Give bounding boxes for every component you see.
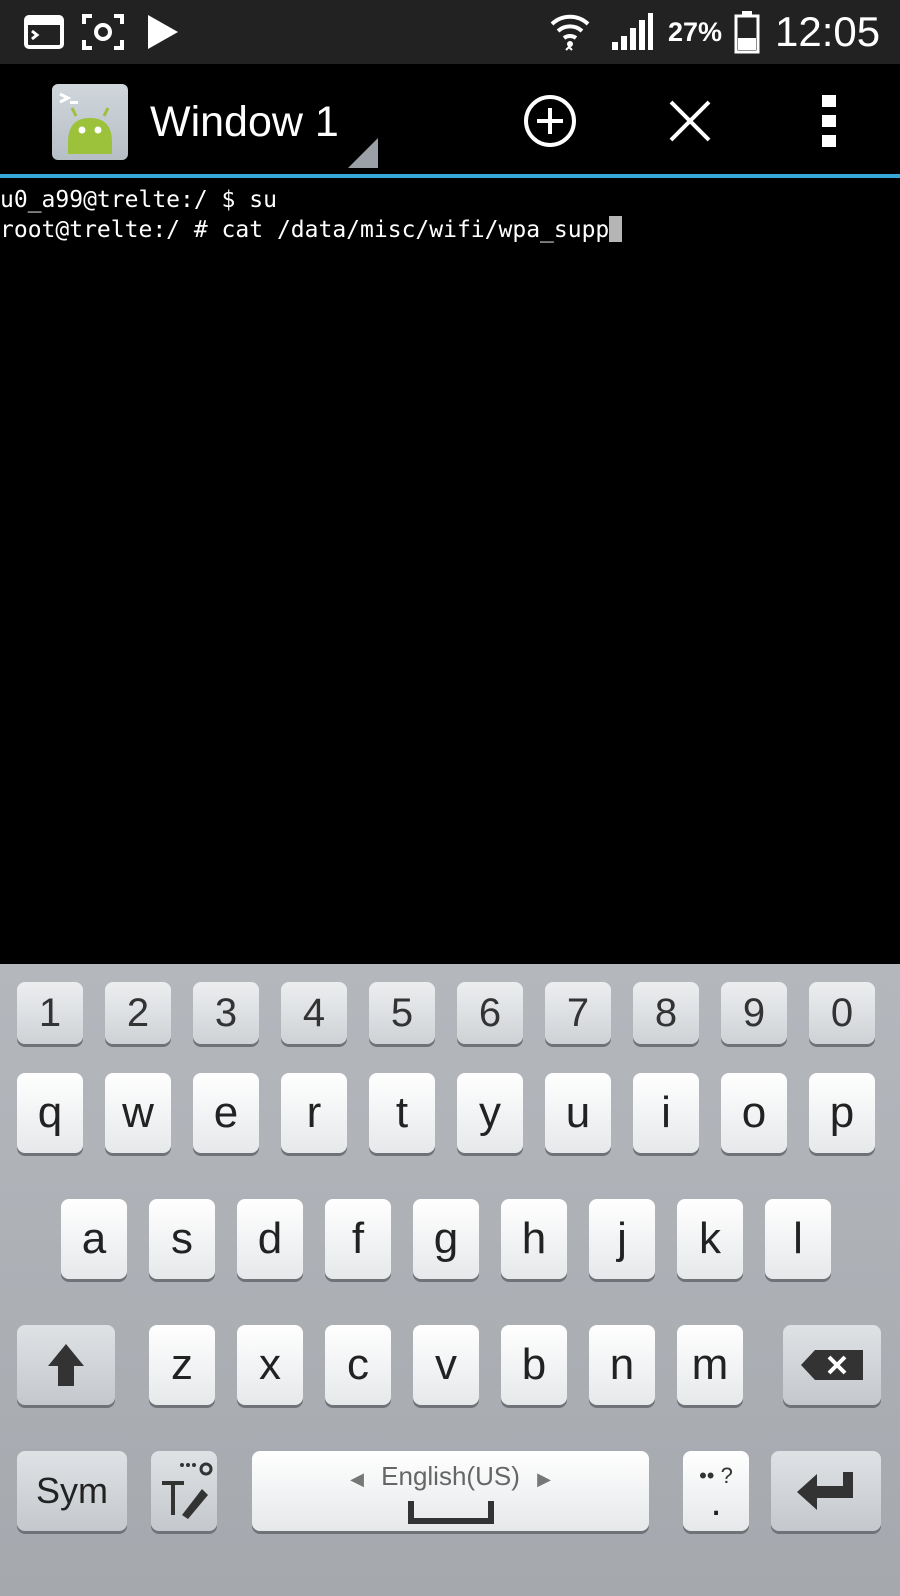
soft-keyboard: 1 2 3 4 5 6 7 8 9 0 q w e r t y u i o p … [0,964,900,1596]
battery-icon [734,10,760,54]
key-u[interactable]: u [545,1073,611,1153]
screenshot-icon [82,10,124,54]
question-mark: ? [720,1463,733,1488]
key-j[interactable]: j [589,1199,655,1279]
terminal-app-icon[interactable] [52,84,128,160]
key-q[interactable]: q [17,1073,83,1153]
language-label: English(US) [381,1461,520,1491]
action-bar: Window 1 [0,64,900,178]
key-a[interactable]: a [61,1199,127,1279]
key-m[interactable]: m [677,1325,743,1405]
punctuation-key[interactable]: •• ? . [683,1451,749,1531]
key-t[interactable]: t [369,1073,435,1153]
key-8[interactable]: 8 [633,982,699,1044]
shift-icon [48,1344,84,1386]
terminal-cursor [609,216,623,242]
play-store-icon [146,10,180,54]
key-1[interactable]: 1 [17,982,83,1044]
key-k[interactable]: k [677,1199,743,1279]
enter-key[interactable] [771,1451,881,1531]
terminal-notification-icon [24,10,64,54]
shift-key[interactable] [17,1325,115,1405]
key-r[interactable]: r [281,1073,347,1153]
key-2[interactable]: 2 [105,982,171,1044]
key-p[interactable]: p [809,1073,875,1153]
key-0[interactable]: 0 [809,982,875,1044]
key-5[interactable]: 5 [369,982,435,1044]
space-key[interactable]: ◀ English(US) ▶ [252,1451,649,1531]
key-z[interactable]: z [149,1325,215,1405]
arrow-left-icon: ◀ [350,1469,364,1489]
key-h[interactable]: h [501,1199,567,1279]
terminal-line: u0_a99@trelte:/ $ su [0,187,277,213]
wifi-icon [548,10,592,54]
key-g[interactable]: g [413,1199,479,1279]
key-f[interactable]: f [325,1199,391,1279]
space-bar-icon [407,1501,494,1524]
key-6[interactable]: 6 [457,982,523,1044]
sym-key[interactable]: Sym [17,1451,127,1531]
key-s[interactable]: s [149,1199,215,1279]
key-w[interactable]: w [105,1073,171,1153]
terminal-line-text: root@trelte:/ # cat /data/misc/wifi/wpa_… [0,217,610,243]
language-switcher: ◀ English(US) ▶ [252,1461,649,1492]
key-c[interactable]: c [325,1325,391,1405]
key-i[interactable]: i [633,1073,699,1153]
window-title[interactable]: Window 1 [150,94,339,150]
key-9[interactable]: 9 [721,982,787,1044]
key-x[interactable]: x [237,1325,303,1405]
battery-percent: 27% [668,16,723,47]
key-d[interactable]: d [237,1199,303,1279]
key-v[interactable]: v [413,1325,479,1405]
enter-icon [797,1472,853,1510]
key-n[interactable]: n [589,1325,655,1405]
key-e[interactable]: e [193,1073,259,1153]
key-b[interactable]: b [501,1325,567,1405]
arrow-right-icon: ▶ [537,1469,551,1489]
key-3[interactable]: 3 [193,982,259,1044]
text-tools-key[interactable] [151,1451,217,1531]
backspace-icon [801,1350,863,1380]
key-4[interactable]: 4 [281,982,347,1044]
add-window-icon[interactable] [515,86,585,156]
terminal-output[interactable]: u0_a99@trelte:/ $ su root@trelte:/ # cat… [0,178,900,964]
key-l[interactable]: l [765,1199,831,1279]
close-window-icon[interactable] [655,86,725,156]
terminal-line: root@trelte:/ # cat /data/misc/wifi/wpa_… [0,214,623,246]
clock: 12:05 [775,8,881,55]
key-y[interactable]: y [457,1073,523,1153]
text-edit-icon [162,1462,213,1519]
key-7[interactable]: 7 [545,982,611,1044]
key-o[interactable]: o [721,1073,787,1153]
status-bar: 27% 12:05 [0,0,900,64]
period-icon: . [710,1480,722,1524]
backspace-key[interactable] [783,1325,881,1405]
window-dropdown-indicator-icon[interactable] [348,138,378,168]
overflow-menu-icon[interactable] [795,86,865,156]
signal-icon [610,10,654,54]
